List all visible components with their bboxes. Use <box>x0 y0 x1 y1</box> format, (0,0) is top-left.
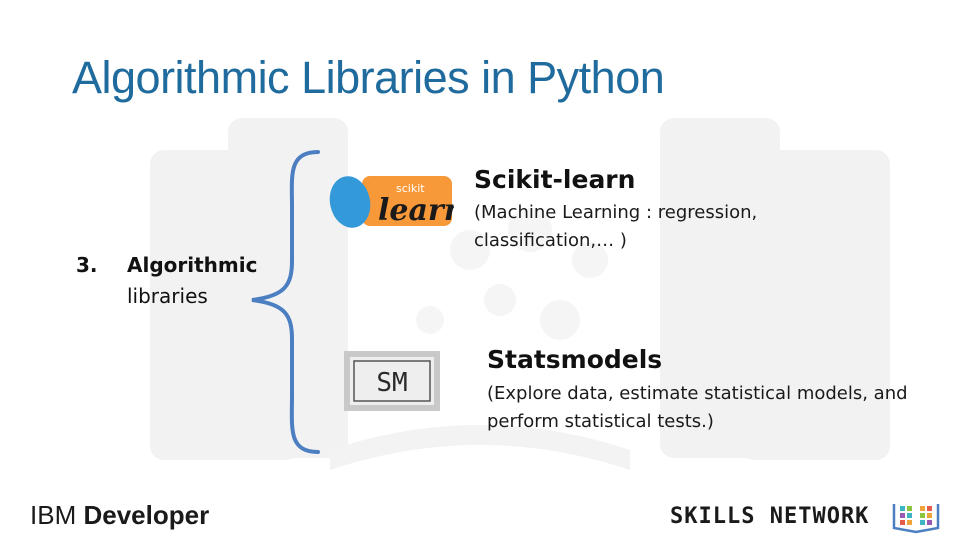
scikit-learn-name: Scikit-learn <box>474 165 636 194</box>
skills-network-logo: SKILLS NETWORK <box>670 504 870 529</box>
point-subheading: libraries <box>127 284 208 308</box>
statsmodels-logo-text: SM <box>376 368 407 398</box>
scikit-learn-description: (Machine Learning : regression, classifi… <box>474 202 758 251</box>
ibm-logo-word: Developer <box>83 500 210 530</box>
statsmodels-logo: SM <box>344 351 440 411</box>
statsmodels-name: Statsmodels <box>487 345 663 374</box>
ibm-developer-logo: IBM Developer <box>30 500 209 531</box>
point-number: 3. <box>76 253 98 277</box>
curly-brace-icon <box>251 150 320 454</box>
slide-title: Algorithmic Libraries in Python <box>72 52 665 103</box>
point-heading: Algorithmic <box>127 253 258 277</box>
ibm-logo-prefix: IBM <box>30 500 77 530</box>
book-grid-icon <box>892 504 940 534</box>
scikit-learn-logo: scikit learn <box>329 176 454 228</box>
scikit-logo-large-text: learn <box>378 193 454 228</box>
statsmodels-description: (Explore data, estimate statistical mode… <box>487 383 908 432</box>
